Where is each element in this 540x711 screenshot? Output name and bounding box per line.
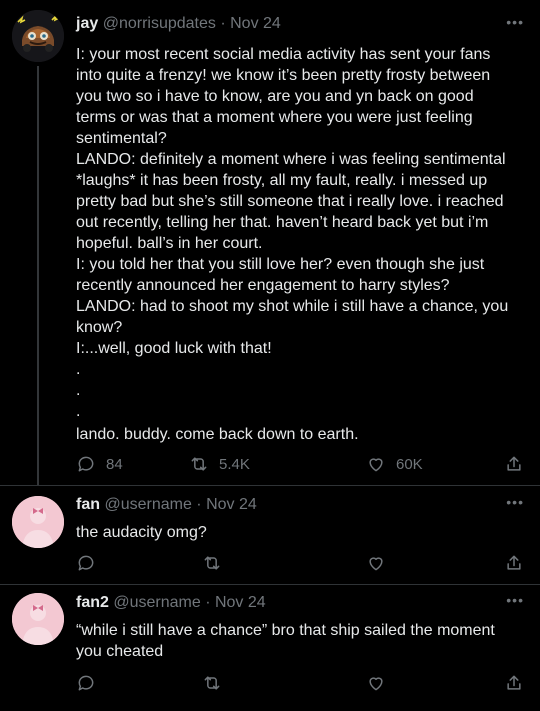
retweet-icon [191, 457, 207, 471]
heart-icon [369, 557, 383, 571]
handle[interactable]: @username [104, 496, 191, 513]
reply-icon [78, 675, 94, 691]
reply-button[interactable]: 84 [76, 454, 123, 474]
tweet-text: the audacity omg? [76, 524, 207, 541]
tweet-text: I: your most recent social media activit… [76, 44, 516, 445]
reply-button[interactable] [76, 673, 96, 693]
retweet-button[interactable]: 5.4K [189, 454, 250, 474]
retweet-button[interactable] [202, 553, 222, 573]
like-button[interactable]: 60K [366, 454, 423, 474]
tweet-header: jay @norrisupdates · Nov 24 [76, 15, 281, 33]
avatar[interactable] [12, 496, 64, 548]
retweet-button[interactable] [202, 673, 222, 693]
main-tweet[interactable]: jay @norrisupdates · Nov 24 ••• I: your … [0, 0, 540, 485]
like-button[interactable] [366, 673, 386, 693]
retweet-icon [204, 556, 220, 570]
text-line: LANDO: had to shoot my shot while i stil… [76, 298, 509, 336]
text-line: lando. buddy. come back down to earth. [76, 426, 359, 443]
text-line: . [76, 361, 81, 378]
reply-count: 84 [106, 455, 123, 473]
default-avatar-icon [12, 496, 64, 548]
avatar[interactable] [12, 10, 64, 62]
text-line: I: you told her that you still love her?… [76, 256, 485, 294]
avatar[interactable] [12, 593, 64, 645]
action-bar: 84 5.4K 60K [76, 454, 526, 478]
handle[interactable]: @username [113, 594, 200, 611]
action-bar [76, 673, 526, 697]
text-line: I: your most recent social media activit… [76, 46, 491, 147]
text-line: LANDO: definitely a moment where i was f… [76, 151, 506, 252]
timestamp[interactable]: · Nov 24 [220, 15, 280, 32]
text-line: . [76, 382, 81, 399]
display-name[interactable]: fan2 [76, 594, 109, 611]
share-button[interactable] [504, 673, 524, 693]
car-cartoon-icon [12, 10, 64, 62]
like-count: 60K [396, 455, 423, 473]
reply-button[interactable] [76, 553, 96, 573]
reply-icon [78, 456, 94, 472]
reply-icon [78, 555, 94, 571]
heart-icon [369, 458, 383, 472]
share-icon [507, 675, 521, 690]
share-icon [507, 555, 521, 570]
thread-line [37, 66, 39, 485]
more-icon[interactable]: ••• [506, 494, 524, 510]
action-bar [76, 553, 526, 577]
share-icon [507, 456, 521, 471]
tweet-header: fan @username · Nov 24 [76, 496, 257, 514]
share-button[interactable] [504, 553, 524, 573]
retweet-count: 5.4K [219, 455, 250, 473]
text-line: . [76, 403, 81, 420]
like-button[interactable] [366, 553, 386, 573]
display-name[interactable]: jay [76, 15, 98, 32]
reply-tweet[interactable]: fan @username · Nov 24 ••• the audacity … [0, 486, 540, 584]
more-icon[interactable]: ••• [506, 592, 524, 608]
timestamp[interactable]: · Nov 24 [196, 496, 256, 513]
default-avatar-icon [12, 593, 64, 645]
share-button[interactable] [504, 454, 524, 474]
handle[interactable]: @norrisupdates [103, 15, 216, 32]
text-line: I:...well, good luck with that! [76, 340, 272, 357]
more-icon[interactable]: ••• [506, 14, 524, 30]
timestamp[interactable]: · Nov 24 [205, 594, 265, 611]
tweet-header: fan2 @username · Nov 24 [76, 594, 266, 612]
display-name[interactable]: fan [76, 496, 100, 513]
tweet-text: “while i still have a chance” bro that s… [76, 622, 495, 660]
retweet-icon [204, 676, 220, 690]
reply-tweet[interactable]: fan2 @username · Nov 24 ••• “while i sti… [0, 585, 540, 711]
heart-icon [369, 677, 383, 691]
